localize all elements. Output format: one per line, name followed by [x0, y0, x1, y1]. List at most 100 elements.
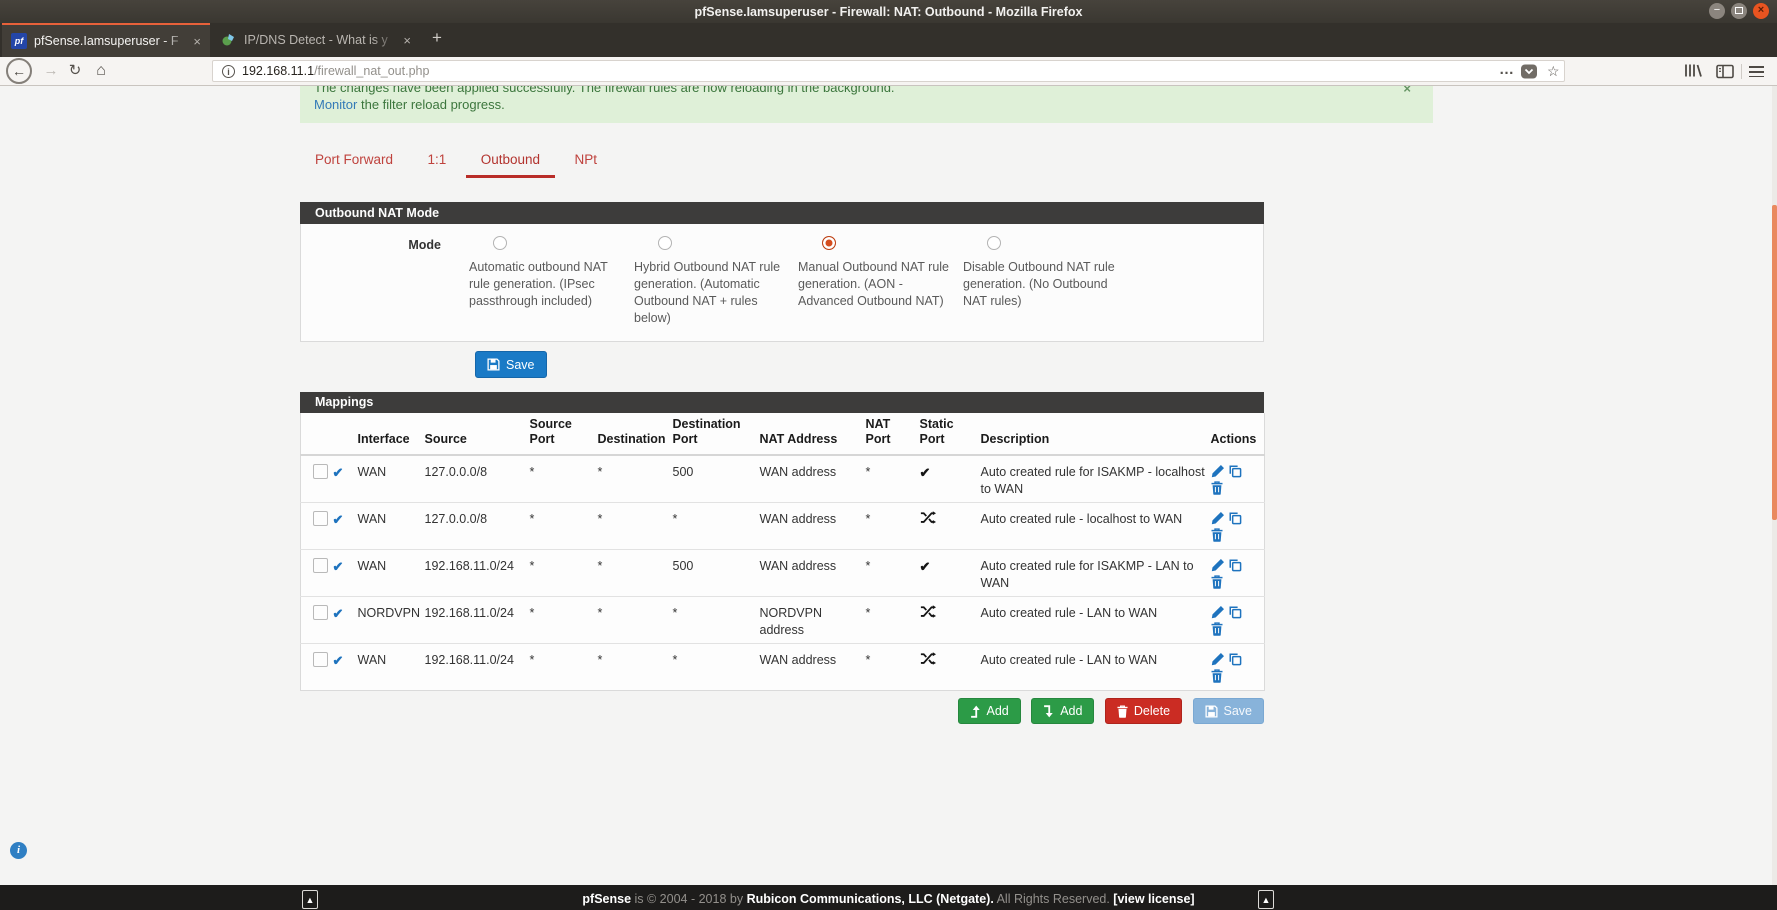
close-button[interactable]: × — [1753, 3, 1769, 19]
sidebar-toggle-icon[interactable] — [1716, 64, 1734, 84]
description-cell: Auto created rule - LAN to WAN — [979, 597, 1209, 644]
monitor-link[interactable]: Monitor — [314, 97, 357, 112]
header-description: Description — [979, 413, 1209, 455]
home-icon[interactable]: ⌂ — [90, 57, 112, 85]
row-checkbox[interactable] — [313, 558, 328, 573]
status-cell: ✔ — [331, 597, 356, 644]
trash-icon[interactable] — [1211, 481, 1223, 498]
level-up-icon — [970, 705, 981, 718]
info-circle-icon[interactable]: i — [10, 842, 27, 859]
trash-icon[interactable] — [1211, 528, 1223, 545]
description-cell: Auto created rule for ISAKMP - localhost… — [979, 455, 1209, 503]
rule-enabled-check-icon[interactable]: ✔ — [333, 606, 344, 621]
reload-icon[interactable]: ↻ — [64, 57, 86, 85]
tab-1-1[interactable]: 1:1 — [412, 145, 461, 175]
edit-pencil-icon[interactable] — [1211, 558, 1225, 575]
rule-enabled-check-icon[interactable]: ✔ — [333, 559, 344, 574]
edit-pencil-icon[interactable] — [1211, 511, 1225, 528]
edit-pencil-icon[interactable] — [1211, 652, 1225, 669]
site-info-icon[interactable]: i — [222, 65, 235, 78]
mapping-row: ✔ WAN 192.168.11.0/24 * * 500 WAN addres… — [301, 550, 1265, 597]
select-cell — [301, 503, 331, 550]
pocket-icon[interactable] — [1521, 64, 1537, 84]
alert-close-icon[interactable]: × — [1403, 86, 1411, 97]
trash-icon[interactable] — [1211, 669, 1223, 686]
browser-tab-ipdns[interactable]: IP/DNS Detect - What is y × — [212, 23, 420, 57]
interface-cell: NORDVPN — [356, 597, 423, 644]
maximize-button[interactable] — [1731, 3, 1747, 19]
copy-icon[interactable] — [1228, 464, 1242, 481]
header-nat-port: NAT Port — [864, 413, 918, 455]
edit-pencil-icon[interactable] — [1211, 605, 1225, 622]
actions-cell — [1209, 503, 1265, 550]
nat-tab-bar: Port Forward 1:1 Outbound NPt — [300, 145, 612, 181]
source-cell: 192.168.11.0/24 — [423, 644, 528, 691]
rule-enabled-check-icon[interactable]: ✔ — [333, 653, 344, 668]
bookmark-star-icon[interactable]: ☆ — [1547, 61, 1565, 82]
delete-selected-button[interactable]: Delete — [1105, 698, 1182, 724]
browser-toolbar: ← → ↻ ⌂ i 192.168.11.1/firewall_nat_out.… — [0, 57, 1777, 86]
radio-hybrid[interactable] — [658, 236, 672, 250]
tab-port-forward[interactable]: Port Forward — [300, 145, 408, 175]
nat-port-cell: * — [864, 597, 918, 644]
source-cell: 192.168.11.0/24 — [423, 597, 528, 644]
mode-option-text: Manual Outbound NAT rule generation. (AO… — [798, 259, 950, 310]
url-bar[interactable]: i 192.168.11.1/firewall_nat_out.php … ☆ — [212, 60, 1565, 82]
footer-copyright: pfSense is © 2004 - 2018 by Rubicon Comm… — [0, 892, 1777, 906]
edit-pencil-icon[interactable] — [1211, 464, 1225, 481]
status-cell: ✔ — [331, 455, 356, 503]
static-port-yes-icon: ✔ — [920, 559, 931, 574]
scrollbar-thumb[interactable] — [1772, 205, 1777, 520]
browser-tab-pfsense[interactable]: pf pfSense.Iamsuperuser - F × — [2, 23, 210, 57]
header-static-port: Static Port — [918, 413, 979, 455]
scroll-to-top-icon[interactable]: ▲ — [1258, 890, 1274, 909]
row-checkbox[interactable] — [313, 605, 328, 620]
save-mappings-button[interactable]: Save — [1193, 698, 1265, 724]
description-cell: Auto created rule for ISAKMP - LAN to WA… — [979, 550, 1209, 597]
static-port-random-icon — [920, 654, 936, 668]
copy-icon[interactable] — [1228, 652, 1242, 669]
back-icon[interactable]: ← — [6, 58, 32, 84]
row-checkbox[interactable] — [313, 464, 328, 479]
view-license-link[interactable]: [view license] — [1113, 892, 1194, 906]
destination-port-cell: 500 — [671, 455, 758, 503]
mode-option-text: Hybrid Outbound NAT rule generation. (Au… — [634, 259, 786, 327]
copy-icon[interactable] — [1228, 558, 1242, 575]
library-icon[interactable] — [1684, 62, 1704, 84]
source-port-cell: * — [528, 503, 596, 550]
copy-icon[interactable] — [1228, 511, 1242, 528]
trash-icon[interactable] — [1211, 622, 1223, 639]
tab-title: pfSense.Iamsuperuser - F — [34, 34, 179, 48]
minimize-button[interactable]: − — [1709, 3, 1725, 19]
trash-icon[interactable] — [1211, 575, 1223, 592]
add-rule-bottom-button[interactable]: Add — [1031, 698, 1094, 724]
new-tab-button[interactable]: + — [432, 28, 442, 48]
radio-disable[interactable] — [987, 236, 1001, 250]
select-cell — [301, 597, 331, 644]
source-cell: 127.0.0.0/8 — [423, 455, 528, 503]
forward-icon[interactable]: → — [40, 57, 62, 85]
destination-cell: * — [596, 597, 671, 644]
save-mode-button[interactable]: Save — [475, 351, 547, 378]
copy-icon[interactable] — [1228, 605, 1242, 622]
save-button-label: Save — [506, 358, 535, 372]
tab-close-icon[interactable]: × — [189, 34, 210, 49]
nat-port-cell: * — [864, 644, 918, 691]
tab-outbound[interactable]: Outbound — [466, 145, 555, 178]
radio-automatic[interactable] — [493, 236, 507, 250]
rule-enabled-check-icon[interactable]: ✔ — [333, 465, 344, 480]
nat-address-cell: NORDVPN address — [758, 597, 864, 644]
browser-tab-strip: pf pfSense.Iamsuperuser - F × IP/DNS Det… — [0, 23, 1777, 57]
radio-manual[interactable] — [822, 236, 836, 250]
row-checkbox[interactable] — [313, 511, 328, 526]
tab-npt[interactable]: NPt — [559, 145, 612, 175]
alert-line2: Monitor the filter reload progress. — [314, 96, 1419, 113]
rule-enabled-check-icon[interactable]: ✔ — [333, 512, 344, 527]
tab-close-icon[interactable]: × — [399, 33, 420, 48]
trash-icon — [1117, 705, 1128, 718]
add-rule-top-button[interactable]: Add — [958, 698, 1021, 724]
hamburger-menu-icon[interactable] — [1749, 66, 1764, 80]
row-checkbox[interactable] — [313, 652, 328, 667]
status-cell: ✔ — [331, 503, 356, 550]
page-actions-icon[interactable]: … — [1496, 61, 1518, 89]
